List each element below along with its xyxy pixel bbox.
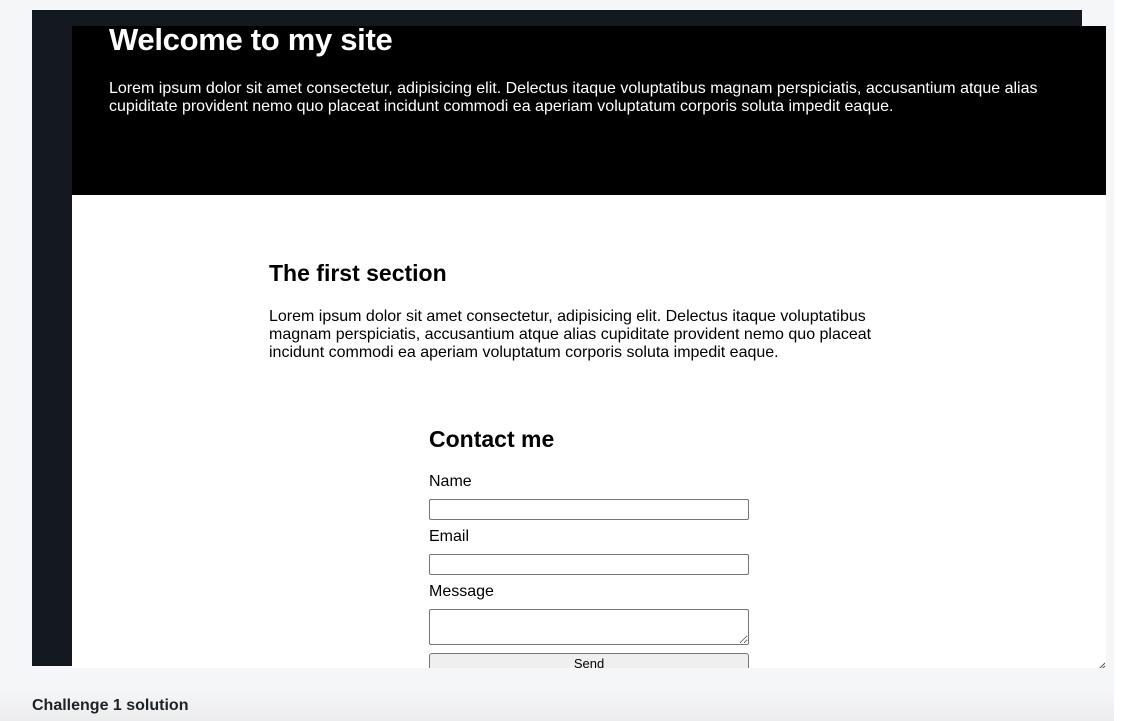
section-title: The first section — [269, 260, 447, 286]
name-label: Name — [429, 473, 472, 490]
resize-grip-icon[interactable] — [1096, 658, 1106, 668]
email-label: Email — [429, 528, 470, 545]
message-field[interactable] — [429, 609, 749, 645]
send-button[interactable]: Send — [429, 653, 749, 668]
section-text: Lorem ipsum dolor sit amet consectetur, … — [269, 308, 872, 361]
hero-text: Lorem ipsum dolor sit amet consectetur, … — [109, 80, 1038, 115]
challenge-title: Challenge 1 solution — [32, 697, 189, 714]
contact-title: Contact me — [429, 426, 555, 452]
name-field[interactable] — [429, 499, 749, 520]
hero-title: Welcome to my site — [109, 26, 393, 57]
hero-banner: Welcome to my site Lorem ipsum dolor sit… — [72, 26, 1106, 195]
message-label: Message — [429, 583, 494, 600]
preview-frame: Welcome to my site Lorem ipsum dolor sit… — [32, 10, 1106, 668]
preview-viewport[interactable]: Welcome to my site Lorem ipsum dolor sit… — [72, 26, 1106, 668]
email-field[interactable] — [429, 554, 749, 575]
